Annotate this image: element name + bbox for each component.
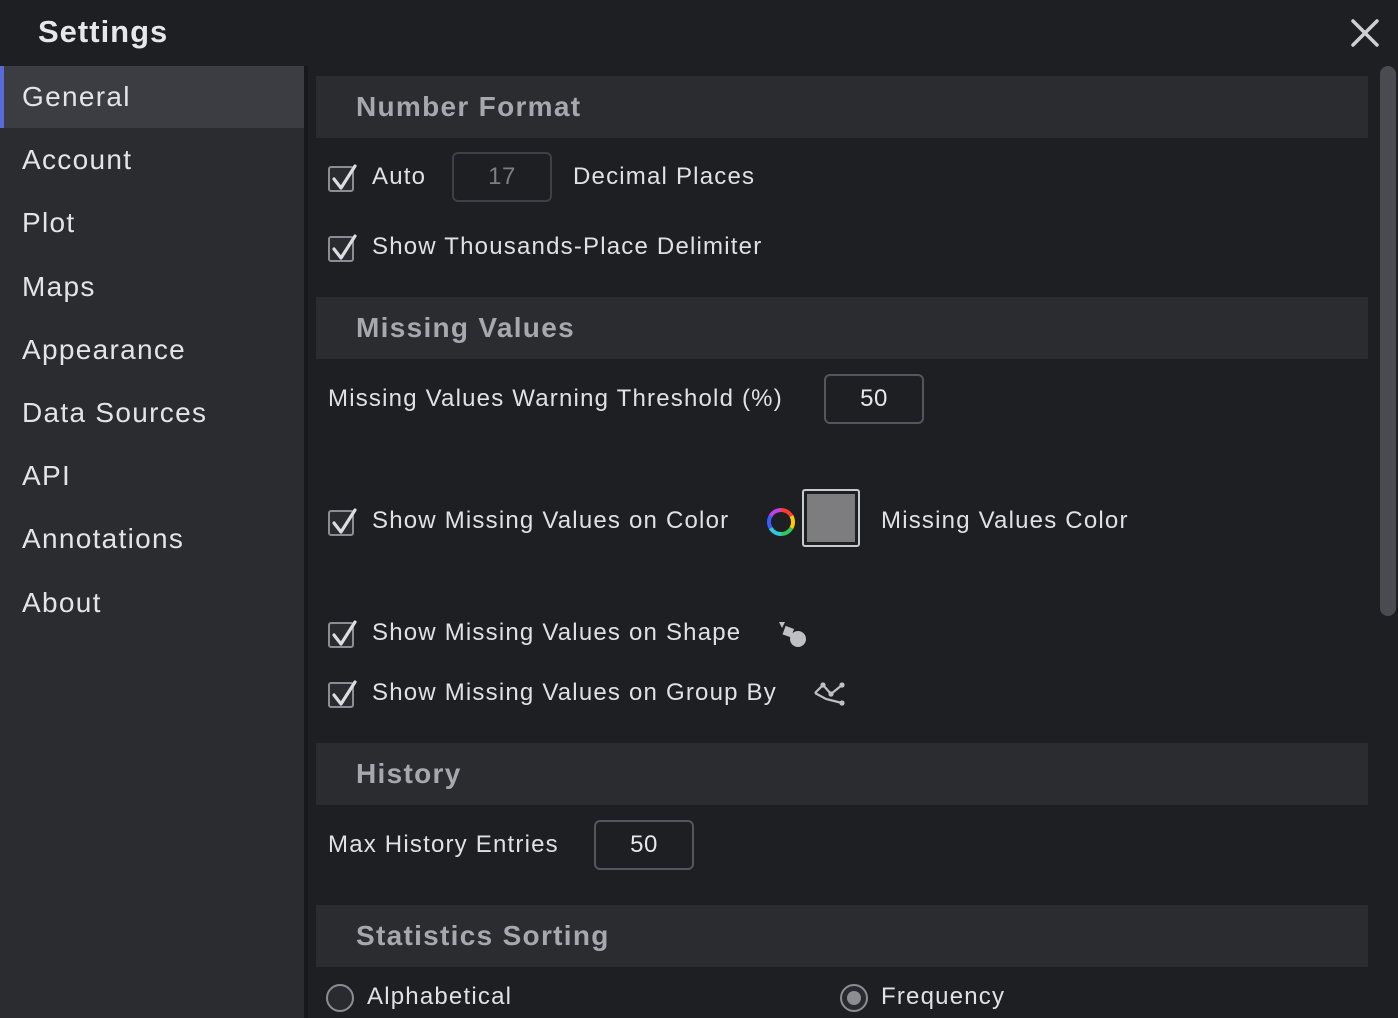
- color-wheel-icon: [766, 507, 796, 537]
- missing-threshold-label: Missing Values Warning Threshold (%): [328, 385, 783, 412]
- section-header-missing-values: Missing Values: [316, 297, 1368, 359]
- section-header-number-format: Number Format: [316, 76, 1368, 138]
- sort-alphabetical-label: Alphabetical: [367, 983, 513, 1010]
- section-title: History: [356, 758, 462, 789]
- sort-frequency-radio[interactable]: [840, 984, 868, 1012]
- sidebar-item-appearance[interactable]: Appearance: [0, 319, 304, 381]
- missing-threshold-input[interactable]: 50: [824, 374, 924, 424]
- section-title: Number Format: [356, 91, 582, 122]
- missing-on-color-checkbox[interactable]: [328, 508, 357, 536]
- max-history-input[interactable]: 50: [594, 820, 694, 870]
- missing-on-shape-checkbox[interactable]: [328, 620, 357, 648]
- title-bar: Settings: [0, 0, 1398, 66]
- missing-on-shape-label: Show Missing Values on Shape: [372, 619, 742, 646]
- missing-on-group-by-label: Show Missing Values on Group By: [372, 679, 777, 706]
- sort-frequency-label: Frequency: [881, 983, 1006, 1010]
- section-title: Missing Values: [356, 312, 575, 343]
- sidebar-item-data-sources[interactable]: Data Sources: [0, 382, 304, 444]
- decimal-places-input[interactable]: 17: [452, 152, 552, 202]
- sort-alphabetical-radio[interactable]: [326, 984, 354, 1012]
- section-header-statistics-sorting: Statistics Sorting: [316, 905, 1368, 967]
- color-swatch-fill: [807, 494, 855, 542]
- sidebar-item-plot[interactable]: Plot: [0, 192, 304, 254]
- auto-checkbox[interactable]: [328, 164, 357, 192]
- close-icon[interactable]: [1346, 14, 1384, 52]
- sidebar-item-maps[interactable]: Maps: [0, 256, 304, 318]
- settings-window: Settings General Account Plot Maps Appea…: [0, 0, 1398, 1018]
- window-title: Settings: [38, 14, 169, 49]
- missing-values-color-swatch[interactable]: [802, 489, 860, 547]
- auto-label: Auto: [372, 163, 427, 190]
- sidebar-item-annotations[interactable]: Annotations: [0, 508, 304, 570]
- thousands-delimiter-checkbox[interactable]: [328, 234, 357, 262]
- shapes-icon: [776, 618, 808, 650]
- section-title: Statistics Sorting: [356, 920, 610, 951]
- missing-values-color-label: Missing Values Color: [881, 507, 1129, 534]
- sidebar-item-api[interactable]: API: [0, 445, 304, 507]
- scrollbar-thumb[interactable]: [1380, 66, 1396, 616]
- max-history-label: Max History Entries: [328, 831, 559, 858]
- sidebar-item-account[interactable]: Account: [0, 129, 304, 191]
- content-scrollbar[interactable]: [1378, 66, 1398, 1018]
- section-header-history: History: [316, 743, 1368, 805]
- settings-content: Number Format Auto 17 Decimal Places Sho…: [308, 66, 1378, 1018]
- thousands-delimiter-label: Show Thousands-Place Delimiter: [372, 233, 763, 260]
- group-by-icon: [812, 678, 846, 708]
- decimal-places-label: Decimal Places: [573, 163, 756, 190]
- sidebar-item-about[interactable]: About: [0, 572, 304, 634]
- sidebar-item-general[interactable]: General: [0, 66, 304, 128]
- missing-on-color-label: Show Missing Values on Color: [372, 507, 730, 534]
- settings-sidebar: General Account Plot Maps Appearance Dat…: [0, 66, 304, 1018]
- missing-on-group-by-checkbox[interactable]: [328, 680, 357, 708]
